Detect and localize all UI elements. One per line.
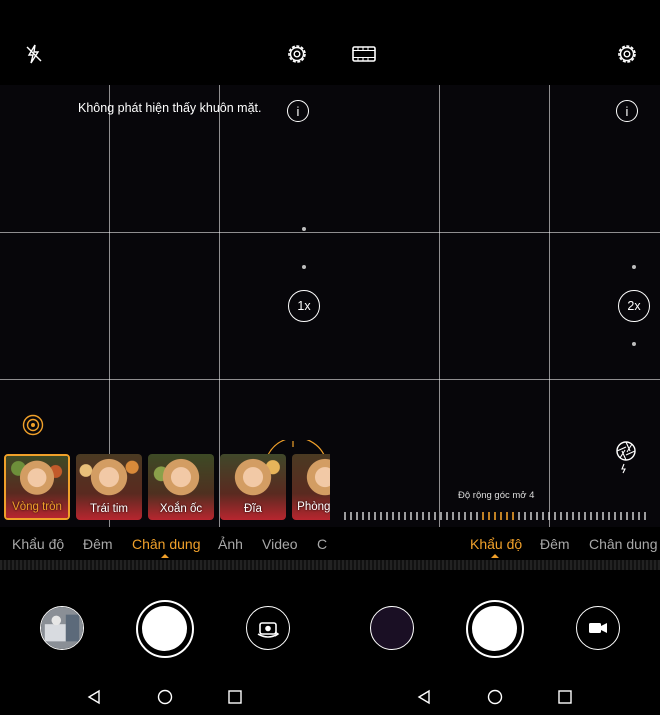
effect-dia[interactable]: Đĩa: [220, 454, 286, 520]
mode-strip-texture: [330, 560, 660, 570]
gallery-thumbnail[interactable]: [370, 606, 414, 650]
viewfinder[interactable]: [330, 85, 660, 527]
effect-label: Phòng ánh: [297, 501, 330, 513]
grid-line: [0, 232, 330, 233]
zoom-dot: [302, 265, 306, 269]
shutter-button[interactable]: [136, 600, 194, 658]
zoom-dot: [302, 227, 306, 231]
home-circle-icon[interactable]: [157, 689, 173, 710]
zoom-button[interactable]: 1x: [288, 290, 320, 322]
mode-dem[interactable]: Đêm: [540, 536, 570, 552]
aperture-value-label: Độ rộng góc mở 4: [458, 490, 535, 501]
grid-line: [439, 85, 440, 527]
mode-chan-dung[interactable]: Chân dung: [132, 536, 201, 552]
grid-line: [0, 379, 330, 380]
flash-off-icon[interactable]: [20, 40, 48, 68]
mode-khau-do[interactable]: Khẩu độ: [470, 536, 522, 552]
portrait-mode-screen: Không phát hiện thấy khuôn mặt. i 1x Vòn…: [0, 0, 330, 715]
navigation-bar: [0, 680, 330, 715]
mode-chan-dung[interactable]: Chân dung: [589, 536, 658, 552]
active-mode-indicator: [161, 554, 169, 558]
effect-xoan-oc[interactable]: Xoắn ốc: [148, 454, 214, 520]
video-camera-icon[interactable]: [576, 606, 620, 650]
mode-selector: Khẩu độ Đêm Chân dung Ảnh Video C: [0, 530, 330, 560]
mode-selector: Khẩu độ Đêm Chân dung: [330, 530, 660, 560]
effect-label: Đĩa: [244, 503, 262, 515]
filmstrip-icon[interactable]: [350, 40, 378, 68]
zoom-dot: [632, 342, 636, 346]
aperture-slider[interactable]: [344, 512, 649, 520]
mode-dem[interactable]: Đêm: [83, 536, 113, 552]
mode-anh[interactable]: Ảnh: [218, 536, 243, 552]
navigation-bar: [330, 680, 660, 715]
effect-label: Trái tim: [90, 503, 128, 515]
shutter-button[interactable]: [466, 600, 524, 658]
mode-video[interactable]: Video: [262, 536, 298, 552]
info-icon[interactable]: i: [287, 100, 309, 122]
switch-camera-icon[interactable]: [246, 606, 290, 650]
zoom-button[interactable]: 2x: [618, 290, 650, 322]
aperture-icon[interactable]: [615, 440, 637, 479]
grid-line: [549, 85, 550, 527]
grid-line: [330, 379, 660, 380]
back-triangle-icon[interactable]: [416, 689, 432, 710]
mode-more[interactable]: C: [317, 536, 327, 552]
effect-vong-tron[interactable]: Vòng tròn: [4, 454, 70, 520]
back-triangle-icon[interactable]: [86, 689, 102, 710]
recents-square-icon[interactable]: [227, 689, 243, 710]
gallery-thumbnail[interactable]: [40, 606, 84, 650]
zoom-dot: [632, 265, 636, 269]
home-circle-icon[interactable]: [487, 689, 503, 710]
effect-trai-tim[interactable]: Trái tim: [76, 454, 142, 520]
settings-gear-icon[interactable]: [613, 40, 641, 68]
effect-phong-anh[interactable]: Phòng ánh: [292, 454, 330, 520]
effect-label: Xoắn ốc: [159, 503, 203, 515]
active-mode-indicator: [491, 554, 499, 558]
face-detection-notice: Không phát hiện thấy khuôn mặt.: [78, 101, 262, 115]
grid-line: [330, 232, 660, 233]
mode-khau-do[interactable]: Khẩu độ: [12, 536, 64, 552]
settings-gear-icon[interactable]: [283, 40, 311, 68]
recents-square-icon[interactable]: [557, 689, 573, 710]
mode-strip-texture: [0, 560, 330, 570]
aperture-mode-screen: i 2x Độ rộng góc mở 4 Khẩu độ Đêm Chân d…: [330, 0, 660, 715]
bokeh-effect-icon[interactable]: [22, 414, 44, 441]
info-icon[interactable]: i: [616, 100, 638, 122]
effect-label: Vòng tròn: [12, 501, 62, 513]
